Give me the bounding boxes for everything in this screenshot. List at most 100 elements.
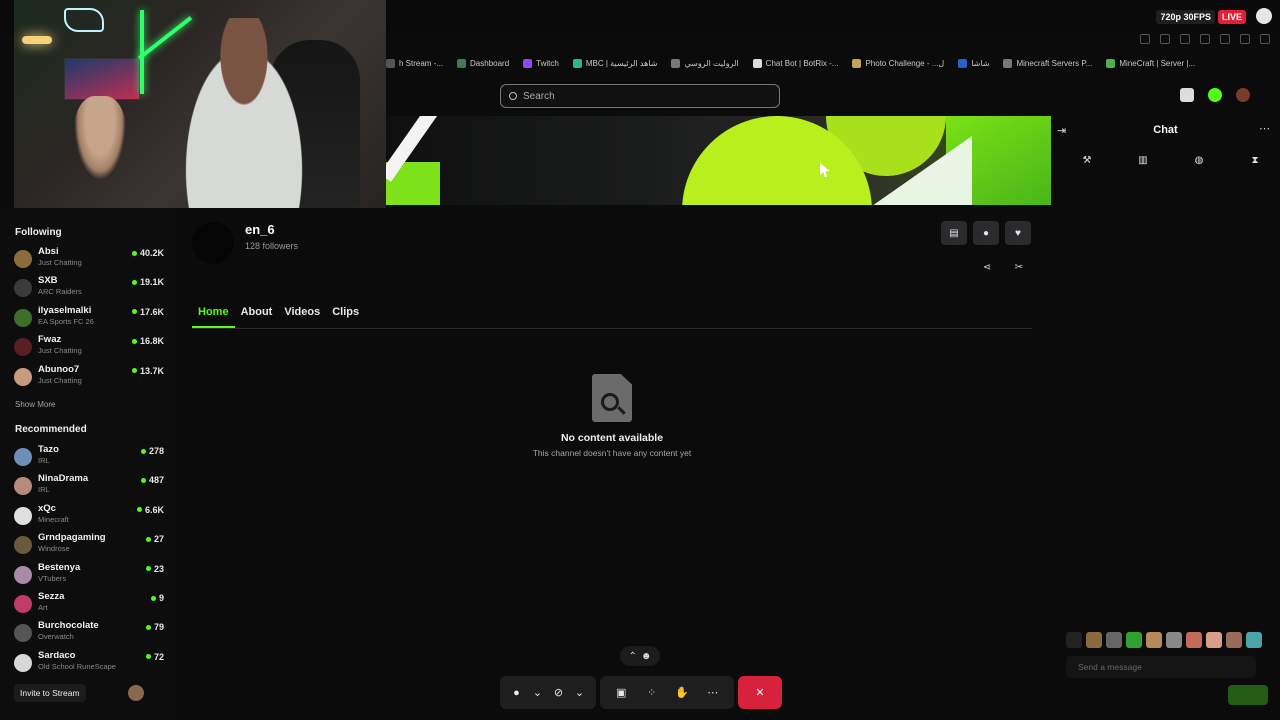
- more-icon[interactable]: ⋯: [704, 684, 722, 702]
- bookmark-favicon-icon: [386, 58, 395, 68]
- participant-avatar: [128, 685, 144, 701]
- sidebar-channel-item[interactable]: Fwaz Just Chatting 16.8K: [14, 334, 164, 360]
- sidebar-icon[interactable]: [1220, 34, 1230, 44]
- apps-icon[interactable]: ⁘: [643, 684, 661, 702]
- share-button[interactable]: ⋖: [979, 259, 995, 275]
- bookmark-item[interactable]: MineCraft | Server |...: [1106, 58, 1195, 68]
- clip-button[interactable]: ✂: [1011, 259, 1027, 275]
- emote[interactable]: [1186, 632, 1202, 648]
- sidebar-channel-item[interactable]: ilyaselmalki EA Sports FC 26 17.6K: [14, 305, 164, 331]
- sidebar-channel-item[interactable]: xQc Minecraft 6.6K: [14, 503, 164, 529]
- bookmark-item[interactable]: Minecraft Servers P...: [1003, 58, 1092, 68]
- follow-button[interactable]: ♥: [1005, 221, 1031, 245]
- emote[interactable]: [1146, 632, 1162, 648]
- end-call-button[interactable]: ✕: [738, 676, 782, 709]
- sidebar-channel-item[interactable]: Tazo IRL 278: [14, 444, 164, 470]
- extension-icon[interactable]: [1180, 34, 1190, 44]
- live-badge: LIVE: [1217, 10, 1246, 24]
- sidebar: Following Absi Just Chatting 40.2K SXB ARC R…: [0, 208, 176, 720]
- extension-icon[interactable]: [1160, 34, 1170, 44]
- viewer-count-value: 27: [153, 534, 164, 545]
- gift-button[interactable]: ▤: [941, 221, 967, 245]
- search-input[interactable]: [523, 90, 763, 102]
- bookmark-favicon-icon: [958, 58, 968, 68]
- emote[interactable]: [1246, 632, 1262, 648]
- bookmark-favicon-icon: [457, 58, 467, 68]
- show-more-link[interactable]: Show More: [15, 400, 55, 409]
- kick-icon[interactable]: [1208, 88, 1222, 102]
- chevron-down-icon[interactable]: ⌄: [571, 684, 589, 702]
- chat-icon[interactable]: ◍: [1193, 154, 1205, 166]
- tab-home[interactable]: Home: [192, 303, 235, 328]
- viewer-count-value: 16.8K: [139, 336, 164, 347]
- user-avatar[interactable]: [1236, 88, 1250, 102]
- chat-message-input[interactable]: [1078, 662, 1238, 672]
- camera-off-icon[interactable]: ⊘: [550, 684, 568, 702]
- emote[interactable]: [1126, 632, 1142, 648]
- hourglass-icon[interactable]: ⧗: [1249, 154, 1261, 166]
- sidebar-channel-item[interactable]: Absi Just Chatting 40.2K: [14, 246, 164, 272]
- chat-send-button[interactable]: [1228, 685, 1268, 705]
- share-screen-icon[interactable]: ▣: [612, 684, 630, 702]
- emote[interactable]: [1226, 632, 1242, 648]
- chat-input-box[interactable]: [1066, 656, 1256, 678]
- scissors-icon: ✂: [1014, 261, 1024, 273]
- bookmark-label: Dashboard: [470, 58, 510, 68]
- invite-to-stream-button[interactable]: Invite to Stream: [14, 684, 86, 702]
- bookmark-item[interactable]: Dashboard: [457, 58, 510, 68]
- sidebar-channel-item[interactable]: SXB ARC Raiders 19.1K: [14, 275, 164, 301]
- sidebar-channel-item[interactable]: Grndpagaming Windrose 27: [14, 532, 164, 558]
- av-controls: ● ⌄ ⊘ ⌄: [500, 676, 596, 709]
- search-box[interactable]: [500, 84, 780, 108]
- viewer-count: 17.6K: [131, 307, 164, 317]
- emote[interactable]: [1206, 632, 1222, 648]
- bookmark-item[interactable]: Twitch: [523, 58, 559, 68]
- bookmark-label: Photo Challenge - ...ل: [865, 58, 945, 68]
- tab-videos[interactable]: Videos: [278, 303, 326, 328]
- extension-icon[interactable]: [1240, 34, 1250, 44]
- bookmark-item[interactable]: Photo Challenge - ...ل: [852, 58, 945, 68]
- reactions-icon[interactable]: ✋: [673, 684, 691, 702]
- recommended-title: Recommended: [15, 424, 87, 435]
- bookmark-item[interactable]: h Stream -...: [386, 58, 443, 68]
- chevron-down-icon[interactable]: ⌄: [529, 684, 547, 702]
- tab-clips[interactable]: Clips: [326, 303, 365, 328]
- bookmark-item[interactable]: MBC | شاهد الرئيسية: [572, 58, 657, 68]
- bookmark-item[interactable]: الروليت الروسي: [671, 58, 739, 68]
- viewer-count: 27: [145, 534, 164, 545]
- channel-avatar: [14, 653, 32, 672]
- live-dot-icon: [145, 566, 151, 572]
- live-dot-icon: [140, 448, 146, 454]
- sidebar-channel-item[interactable]: Sardaco Old School RuneScape 72: [14, 650, 164, 676]
- toolbar-collapse-button[interactable]: ⌃ ☻: [620, 646, 660, 666]
- sidebar-channel-item[interactable]: Bestenya VTubers 23: [14, 562, 164, 588]
- channel-category: Just Chatting: [38, 375, 82, 385]
- extension-icon[interactable]: [1140, 34, 1150, 44]
- studio-icon[interactable]: [1180, 88, 1194, 102]
- channel-avatar[interactable]: [192, 222, 234, 264]
- sidebar-channel-item[interactable]: NinaDrama IRL 487: [14, 473, 164, 499]
- sidebar-channel-item[interactable]: Abunoo7 Just Chatting 13.7K: [14, 364, 164, 390]
- live-dot-icon: [145, 536, 151, 542]
- trash-icon[interactable]: ▥: [1137, 154, 1149, 166]
- music-icon[interactable]: [1200, 34, 1210, 44]
- emote[interactable]: [1086, 632, 1102, 648]
- close-icon: ✕: [755, 687, 765, 699]
- notifications-button[interactable]: ●: [973, 221, 999, 245]
- sidebar-channel-item[interactable]: Sezza Art 9: [14, 591, 164, 617]
- channel-avatar: [14, 536, 32, 555]
- more-options-icon[interactable]: ⋯: [1259, 122, 1270, 135]
- emote[interactable]: [1166, 632, 1182, 648]
- bookmark-item[interactable]: Chat Bot | BotRix -...: [752, 58, 838, 68]
- chat-bubble-icon[interactable]: [1256, 8, 1272, 24]
- viewer-count-value: 6.6K: [144, 504, 164, 515]
- channel-name: Tazo: [38, 444, 59, 455]
- hammer-icon[interactable]: ⚒: [1081, 154, 1093, 166]
- emote[interactable]: [1106, 632, 1122, 648]
- sidebar-channel-item[interactable]: Burchocolate Overwatch 79: [14, 620, 164, 646]
- microphone-icon[interactable]: ●: [508, 684, 526, 702]
- bookmark-item[interactable]: شاشا: [958, 58, 989, 68]
- tab-about[interactable]: About: [235, 303, 279, 328]
- settings-icon[interactable]: [1260, 34, 1270, 44]
- emote[interactable]: [1066, 632, 1082, 648]
